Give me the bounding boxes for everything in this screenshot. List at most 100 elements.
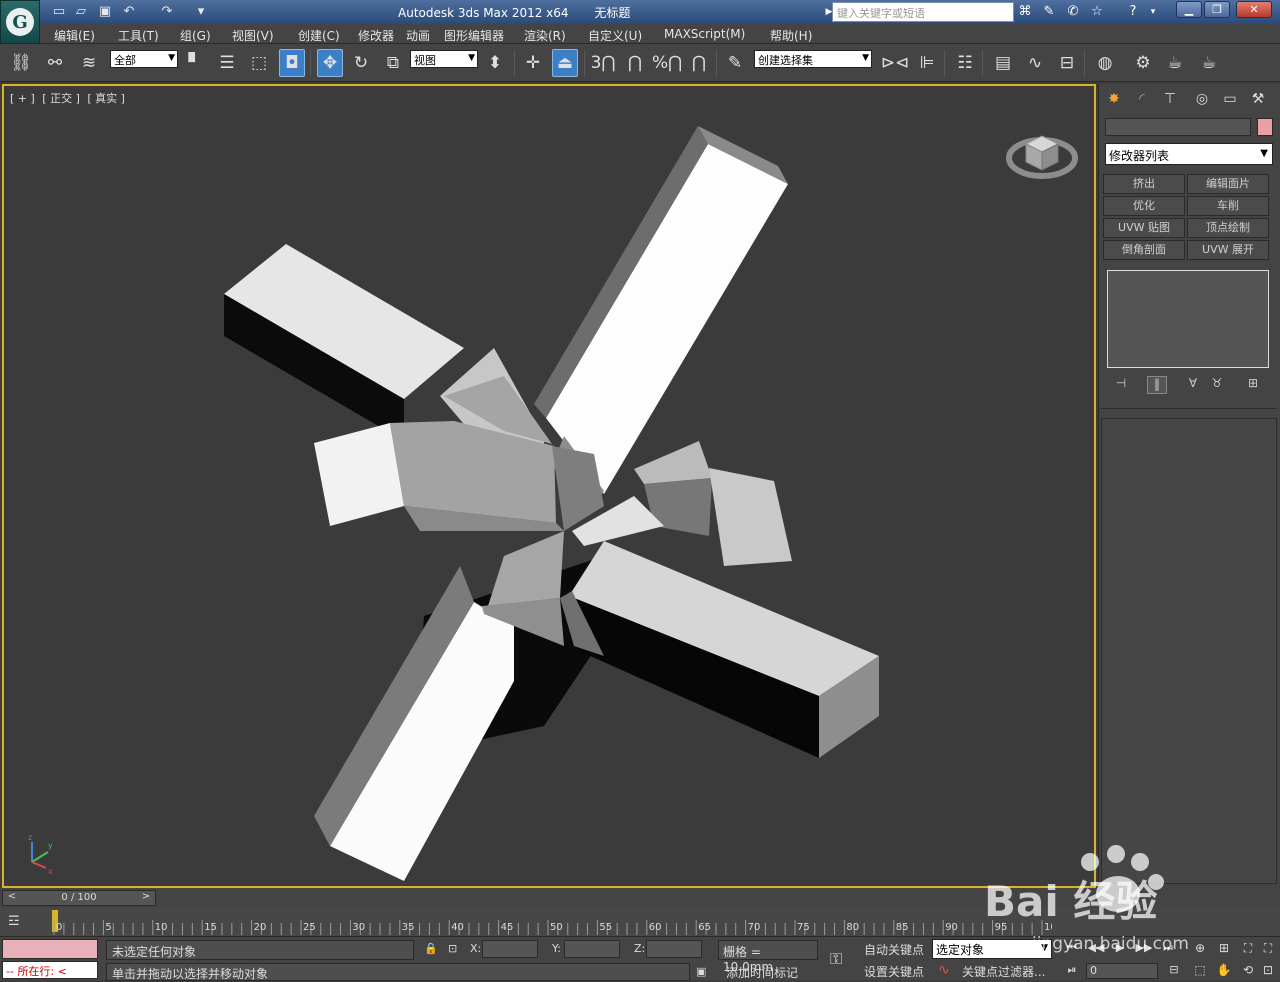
zoom-extents-all-icon[interactable]: ⛶ — [1258, 941, 1278, 959]
render-production-icon[interactable]: ☕ — [1196, 49, 1222, 77]
menu-edit[interactable]: 编辑(E) — [54, 27, 95, 44]
vertex-paint-button[interactable]: 顶点绘制 — [1187, 218, 1269, 238]
select-scale-icon[interactable]: ⧉ — [380, 49, 406, 77]
menu-views[interactable]: 视图(V) — [232, 27, 274, 44]
create-icon[interactable]: ✸ — [1103, 88, 1125, 110]
help-icon[interactable]: ? — [1124, 3, 1142, 21]
maxscript-mini-listener[interactable]: -- 所在行: < — [2, 961, 98, 979]
render-setup-icon[interactable]: ⚙ — [1130, 49, 1156, 77]
next-frame-icon[interactable]: > — [139, 891, 153, 905]
key-filters-button[interactable]: 关键点过滤器... — [962, 963, 1045, 980]
customize-icon[interactable]: ▾ — [192, 3, 210, 21]
coord-y-field[interactable] — [564, 940, 620, 958]
window-crossing-icon[interactable]: ◘ — [279, 49, 305, 77]
select-rotate-icon[interactable]: ↻ — [348, 49, 374, 77]
modifier-list-dropdown[interactable]: 修改器列表 ▼ — [1105, 143, 1273, 165]
track-bar[interactable]: ☲ 0 5 10 15 20 25 30 35 40 45 50 55 60 65 70 75 80 85 90 95… — [0, 908, 1280, 936]
orbit-icon[interactable]: ⟲ — [1238, 963, 1258, 981]
show-end-result-icon[interactable]: ‖ — [1147, 376, 1167, 394]
time-slider[interactable]: < 0 / 100 > — [0, 888, 1280, 908]
display-icon[interactable]: ▭ — [1219, 88, 1241, 110]
extrude-button[interactable]: 挤出 — [1103, 174, 1185, 194]
make-unique-icon[interactable]: ∀ — [1183, 376, 1203, 394]
perspective-viewport[interactable]: [ + ] [ 正交 ] [ 真实 ] z y x — [2, 84, 1096, 888]
select-object-icon[interactable]: ▘ — [182, 49, 208, 77]
key-selection-dropdown[interactable]: 选定对象 ▼ — [932, 939, 1052, 959]
menu-modifiers[interactable]: 修改器 — [358, 27, 394, 44]
snap-toggle-icon[interactable]: 3 ⋂ — [590, 49, 616, 77]
object-name-field[interactable] — [1105, 118, 1251, 136]
app-menu-button[interactable]: G — [0, 0, 40, 44]
search-input[interactable]: 键入关键字或短语 — [832, 2, 1014, 22]
binoculars-icon[interactable]: ⌘ — [1016, 3, 1034, 21]
object-color-swatch[interactable] — [1257, 118, 1273, 136]
zoom-icon[interactable]: ⊕ — [1190, 941, 1210, 959]
rectangular-selection-icon[interactable]: ⬚ — [246, 49, 272, 77]
unlink-icon[interactable]: ⚯ — [42, 49, 68, 77]
select-move-icon[interactable]: ✥ — [317, 49, 343, 77]
angle-snap-icon[interactable]: ⋂ — [622, 49, 648, 77]
spinner-snap-icon[interactable]: ⋂ — [686, 49, 712, 77]
menu-customize[interactable]: 自定义(U) — [588, 27, 642, 44]
rendered-frame-icon[interactable]: ☕ — [1162, 49, 1188, 77]
modify-icon[interactable]: ◜ — [1131, 88, 1153, 110]
auto-key-button[interactable]: 自动关键点 — [864, 941, 924, 958]
field-of-view-icon[interactable]: ⬚ — [1190, 963, 1210, 981]
edit-patch-button[interactable]: 编辑面片 — [1187, 174, 1269, 194]
remove-modifier-icon[interactable]: ♉ — [1207, 376, 1227, 394]
pin-stack-icon[interactable]: ⊣ — [1111, 376, 1131, 394]
mirror-icon[interactable]: ⊳⊲ — [881, 49, 910, 77]
link-icon[interactable]: ⛓ — [8, 49, 34, 77]
motion-icon[interactable]: ◎ — [1191, 88, 1213, 110]
save-icon[interactable]: ▣ — [96, 3, 114, 21]
reference-coord-dropdown[interactable]: 视图 ▼ — [410, 50, 478, 68]
previous-key-icon[interactable]: ◀◀ — [1086, 941, 1106, 959]
time-slider-track[interactable]: < 0 / 100 > — [2, 890, 156, 906]
previous-frame-icon[interactable]: < — [5, 891, 19, 905]
lock-selection-icon[interactable]: 🔒 — [424, 942, 438, 955]
set-key-button[interactable]: 设置关键点 — [864, 963, 924, 980]
material-editor-icon[interactable]: ◍ — [1092, 49, 1118, 77]
select-by-name-icon[interactable]: ☰ — [214, 49, 240, 77]
menu-tools[interactable]: 工具(T) — [118, 27, 159, 44]
time-tag-icon[interactable]: ▣ — [696, 965, 706, 978]
edit-named-selection-icon[interactable]: ✎ — [722, 49, 748, 77]
favorites-icon[interactable]: ☆ — [1088, 3, 1106, 21]
communication-icon[interactable]: ✆ — [1064, 3, 1082, 21]
menu-maxscript[interactable]: MAXScript(M) — [664, 27, 745, 41]
align-icon[interactable]: ⊫ — [914, 49, 940, 77]
unwrap-uvw-button[interactable]: UVW 展开 — [1187, 240, 1269, 260]
layer-manager-icon[interactable]: ☷ — [952, 49, 978, 77]
open-icon[interactable]: ▱ — [72, 3, 90, 21]
current-frame-field[interactable]: 0 — [1086, 963, 1158, 979]
selection-filter-dropdown[interactable]: 全部 ▼ — [110, 50, 178, 68]
curve-editor-icon[interactable]: ∿ — [1022, 49, 1048, 77]
pivot-center-icon[interactable]: ⬍ — [482, 49, 508, 77]
zoom-all-icon[interactable]: ⊞ — [1214, 941, 1234, 959]
key-mode-icon[interactable]: ⏯ — [1062, 963, 1082, 981]
menu-group[interactable]: 组(G) — [180, 27, 211, 44]
timeline-ruler[interactable]: 0 5 10 15 20 25 30 35 40 45 50 55 60 65 70 75 80 85 90 95 10… — [52, 908, 1052, 936]
menu-rendering[interactable]: 渲染(R) — [524, 27, 566, 44]
coord-z-field[interactable] — [646, 940, 702, 958]
scene-geometry[interactable] — [4, 86, 1094, 886]
play-icon[interactable]: ▶ — [1110, 941, 1130, 959]
open-mini-curve-editor-icon[interactable]: ☲ — [8, 914, 20, 929]
graphite-toggle-icon[interactable]: ▤ — [990, 49, 1016, 77]
utilities-icon[interactable]: ⚒ — [1247, 88, 1269, 110]
modifier-stack[interactable] — [1107, 270, 1269, 368]
keyboard-shortcut-override-icon[interactable]: ⏏ — [552, 49, 578, 77]
percent-snap-icon[interactable]: % ⋂ — [652, 49, 682, 77]
go-to-start-icon[interactable]: ⏮ — [1062, 941, 1082, 959]
configure-modifier-sets-icon[interactable]: ⊞ — [1243, 376, 1263, 394]
lathe-button[interactable]: 车削 — [1187, 196, 1269, 216]
coord-x-field[interactable] — [482, 940, 538, 958]
absolute-mode-icon[interactable]: ⊡ — [448, 942, 457, 955]
named-selection-dropdown[interactable]: 创建选择集 ▼ — [754, 50, 872, 68]
subscription-icon[interactable]: ✎ — [1040, 3, 1058, 21]
set-key-icon[interactable]: ⚿ — [830, 949, 842, 969]
help-dropdown-icon[interactable]: ▾ — [1144, 3, 1162, 21]
manipulate-icon[interactable]: ✛ — [520, 49, 546, 77]
optimize-button[interactable]: 优化 — [1103, 196, 1185, 216]
time-config-icon[interactable]: ⊟ — [1164, 963, 1184, 981]
